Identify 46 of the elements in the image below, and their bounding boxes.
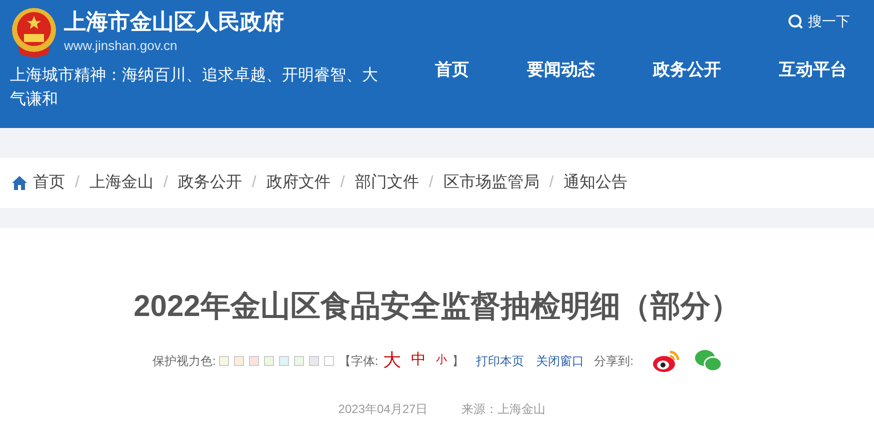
emblem-icon <box>10 6 58 58</box>
breadcrumb-link[interactable]: 上海金山 <box>89 171 154 195</box>
nav-link[interactable]: 首页 <box>435 57 469 82</box>
breadcrumb-link[interactable]: 通知公告 <box>564 171 628 195</box>
color-swatch[interactable] <box>264 356 274 366</box>
color-swatch[interactable] <box>248 356 259 366</box>
font-size-link[interactable]: 大 <box>383 347 402 374</box>
article-title: 2022年金山区食品安全监督抽检明细（部分） <box>134 289 740 325</box>
color-swatch[interactable] <box>278 356 289 366</box>
home-icon <box>12 176 27 190</box>
color-swatch[interactable] <box>234 356 244 366</box>
city-motto: 上海城市精神：海纳百川、追求卓越、开明睿智、大气谦和 <box>10 66 379 110</box>
search-link[interactable]: 搜一下 <box>788 11 850 32</box>
nav-link[interactable]: 政务公开 <box>653 57 721 82</box>
color-swatch[interactable] <box>218 356 229 366</box>
breadcrumb-separator: / <box>75 173 80 193</box>
breadcrumb-separator: / <box>428 173 434 193</box>
font-size-label: 【字体: <box>338 352 378 370</box>
article-source: 来源：上海金山 <box>462 401 546 418</box>
site-title: 上海市金山区人民政府 <box>64 8 284 36</box>
breadcrumb-link[interactable]: 部门文件 <box>354 171 419 195</box>
breadcrumb-link[interactable]: 政府文件 <box>266 171 330 195</box>
color-swatch[interactable] <box>308 356 319 366</box>
eye-care-label: 保护视力色: <box>152 352 216 370</box>
wechat-icon[interactable] <box>694 348 722 372</box>
font-size-label: 】 <box>452 352 464 370</box>
breadcrumb-link[interactable]: 区市场监管局 <box>443 171 540 195</box>
weibo-icon[interactable] <box>652 348 680 372</box>
search-icon <box>788 14 804 30</box>
breadcrumb-separator: / <box>252 173 256 193</box>
nav-link[interactable]: 要闻动态 <box>527 57 595 82</box>
print-link[interactable]: 打印本页 <box>476 352 524 370</box>
close-window-link[interactable]: 关闭窗口 <box>536 352 584 370</box>
share-label: 分享到: <box>594 352 634 370</box>
color-swatch[interactable] <box>294 356 304 366</box>
font-size-link[interactable]: 小 <box>436 352 448 369</box>
font-size-link[interactable]: 中 <box>411 349 426 372</box>
nav-link[interactable]: 互动平台 <box>779 57 847 82</box>
breadcrumb-link[interactable]: 政务公开 <box>178 171 242 195</box>
breadcrumb-separator: / <box>340 173 345 193</box>
breadcrumb-link[interactable]: 首页 <box>33 171 65 195</box>
publish-date: 2023年04月27日 <box>338 401 428 418</box>
color-swatch[interactable] <box>324 356 334 366</box>
breadcrumb-separator: / <box>163 173 168 193</box>
site-url: www.jinshan.gov.cn <box>64 37 178 55</box>
breadcrumb-separator: / <box>549 173 554 193</box>
